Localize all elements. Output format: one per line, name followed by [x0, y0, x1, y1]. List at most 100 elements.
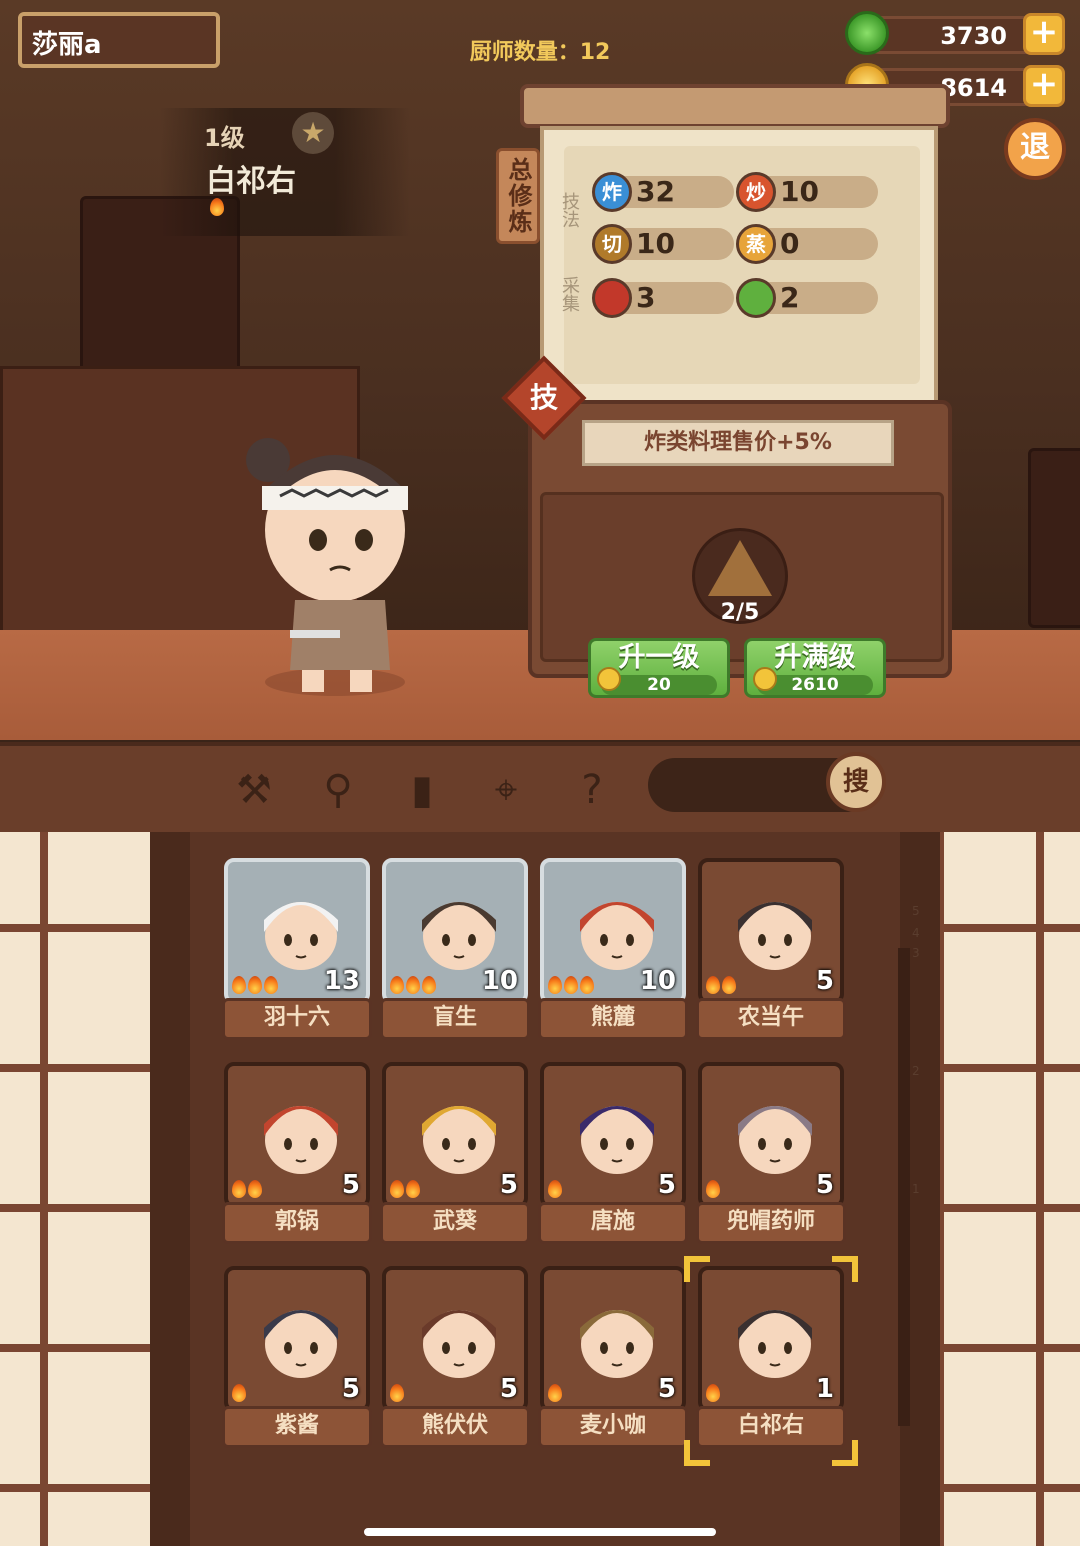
- chef-character: [246, 438, 408, 696]
- chef-name: 羽十六: [222, 998, 372, 1040]
- tech-badge-label: 技: [529, 381, 558, 414]
- chef-level: 5: [499, 1374, 518, 1404]
- technique-label: 技法: [559, 192, 580, 228]
- chef-rank: [232, 1384, 248, 1406]
- skill-value: 32: [636, 175, 675, 208]
- add-coin-button[interactable]: +: [1023, 65, 1065, 107]
- chef-face: [738, 1310, 812, 1378]
- chef-rank: [706, 1180, 722, 1202]
- chef-card[interactable]: 10 熊麓: [538, 858, 688, 1044]
- skill-fry: 炸 32: [592, 172, 734, 212]
- total-training-tab[interactable]: 总修炼: [496, 148, 540, 244]
- player-name: 莎丽a: [32, 30, 102, 60]
- chef-rank: [548, 1180, 564, 1202]
- chef-card[interactable]: 5 熊伏伏: [380, 1266, 530, 1452]
- chef-face: [580, 1106, 654, 1174]
- chef-level: 10: [481, 966, 518, 996]
- flame-icon: [422, 976, 436, 994]
- jade-value: 3730: [940, 22, 1007, 50]
- chef-level: 5: [341, 1170, 360, 1200]
- upgrade-progress: 2/5: [720, 600, 760, 625]
- jar-icon[interactable]: ▮: [396, 764, 448, 816]
- flame-icon: [248, 976, 262, 994]
- bonus-ribbon: 炸类料理售价+5%: [582, 420, 894, 466]
- steam-icon: 蒸: [736, 224, 776, 264]
- chef-name: 盲生: [380, 998, 530, 1040]
- chef-rank: [706, 976, 738, 998]
- chef-card[interactable]: 5 麦小咖: [538, 1266, 688, 1452]
- coin-icon: [753, 667, 777, 691]
- jade-icon: [845, 11, 889, 55]
- upgrade-max-button[interactable]: 升满级 2610: [744, 638, 886, 698]
- chef-level: 1级: [204, 124, 245, 152]
- flame-icon: [390, 1384, 404, 1402]
- chef-name: 兜帽药师: [696, 1202, 846, 1244]
- selection-corner: [832, 1256, 858, 1282]
- gather-label: 采集: [559, 276, 580, 312]
- chef-name: 武葵: [380, 1202, 530, 1244]
- chef-card[interactable]: 1 白祁右: [684, 1256, 858, 1466]
- chef-level: 5: [815, 1170, 834, 1200]
- add-jade-button[interactable]: +: [1023, 13, 1065, 55]
- flame-icon: [706, 1180, 720, 1198]
- star-icon[interactable]: ★: [292, 112, 334, 154]
- filter-toolbar: [0, 742, 1080, 832]
- chef-card[interactable]: 5 农当午: [696, 858, 846, 1044]
- ladle-icon[interactable]: ⚲: [312, 764, 364, 816]
- chef-name: 麦小咖: [538, 1406, 688, 1448]
- right-shoji-grid: [940, 832, 1080, 1546]
- chef-card[interactable]: 13 羽十六: [222, 858, 372, 1044]
- meat-icon: [592, 278, 632, 318]
- player-name-box[interactable]: 莎丽a: [18, 12, 220, 68]
- chef-level: 5: [341, 1374, 360, 1404]
- vegetable-icon: [736, 278, 776, 318]
- search-button[interactable]: 搜: [826, 752, 886, 812]
- chef-card[interactable]: 5 紫酱: [222, 1266, 372, 1452]
- upgrade-one-button[interactable]: 升一级 20: [588, 638, 730, 698]
- chef-card[interactable]: 5 郭锅: [222, 1062, 372, 1248]
- home-indicator[interactable]: [364, 1528, 716, 1536]
- gather-vegetable: 2: [736, 278, 878, 318]
- skill-value: 10: [636, 227, 675, 260]
- skill-cut: 切 10: [592, 224, 734, 264]
- flame-icon: [210, 198, 224, 216]
- chef-face: [580, 1310, 654, 1378]
- location-icon[interactable]: ⌖: [480, 764, 532, 816]
- chef-rank: [232, 1180, 264, 1202]
- chef-level: 5: [657, 1170, 676, 1200]
- skill-value: 10: [780, 175, 819, 208]
- skill-stirfry: 炒 10: [736, 172, 878, 212]
- scroll-roller: [520, 84, 950, 128]
- exit-button[interactable]: 退: [1004, 118, 1066, 180]
- chef-name: 唐施: [538, 1202, 688, 1244]
- jade-counter: 3730 +: [845, 11, 1065, 55]
- left-shoji-grid: [0, 832, 150, 1546]
- flame-icon: [264, 976, 278, 994]
- chef-card[interactable]: 5 唐施: [538, 1062, 688, 1248]
- spatula-icon[interactable]: ⚒: [228, 764, 280, 816]
- flame-icon: [390, 976, 404, 994]
- chef-card[interactable]: 5 兜帽药师: [696, 1062, 846, 1248]
- map-question-icon[interactable]: ?: [566, 764, 618, 816]
- fry-icon: 炸: [592, 172, 632, 212]
- coin-value: 8614: [940, 74, 1007, 102]
- chef-rank: [390, 1384, 406, 1406]
- flame-icon: [548, 1384, 562, 1402]
- ruler-tick: 5: [912, 904, 920, 918]
- chef-card[interactable]: 5 武葵: [380, 1062, 530, 1248]
- flame-icon: [390, 1180, 404, 1198]
- chef-name: 白祁右: [206, 164, 296, 199]
- flame-icon: [406, 1180, 420, 1198]
- chef-card[interactable]: 10 盲生: [380, 858, 530, 1044]
- flame-icon: [232, 1180, 246, 1198]
- selection-corner: [832, 1440, 858, 1466]
- chef-level: 5: [815, 966, 834, 996]
- chef-name: 紫酱: [222, 1406, 372, 1448]
- chef-face: [738, 902, 812, 970]
- flame-icon: [232, 1384, 246, 1402]
- flame-icon: [722, 976, 736, 994]
- flame-icon: [406, 976, 420, 994]
- scroll-ruler[interactable]: [898, 948, 910, 1426]
- flame-icon: [564, 976, 578, 994]
- right-cabinet: [1028, 448, 1080, 628]
